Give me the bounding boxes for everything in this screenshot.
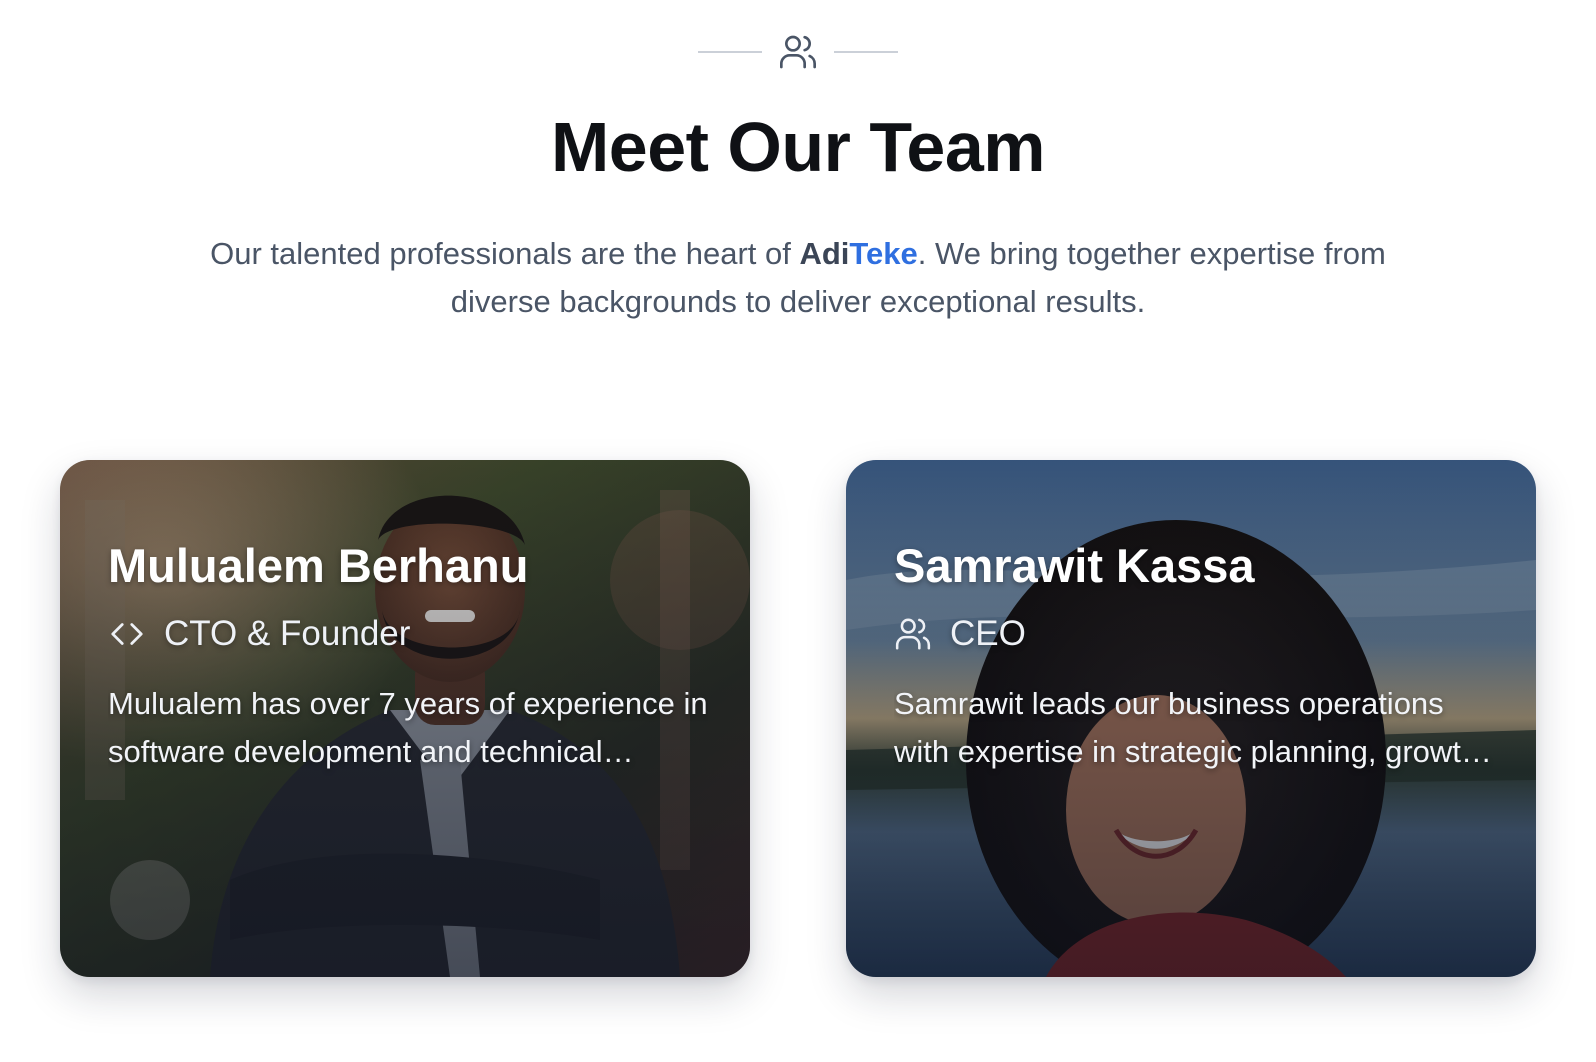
member-info: Samrawit Kassa CEO Samrawit leads our bu… — [894, 538, 1496, 776]
team-intro-text: Our talented professionals are the heart… — [168, 230, 1428, 326]
page-title: Meet Our Team — [551, 108, 1046, 186]
team-card-mulualem[interactable]: Mulualem Berhanu CTO & Founder Mulualem … — [60, 460, 750, 977]
member-role-label: CTO & Founder — [164, 614, 411, 653]
member-role: CEO — [894, 614, 1496, 654]
users-icon — [778, 32, 818, 72]
member-info: Mulualem Berhanu CTO & Founder Mulualem … — [108, 538, 710, 776]
users-icon — [894, 615, 932, 653]
member-bio: Mulualem has over 7 years of experience … — [108, 686, 708, 769]
code-icon — [108, 615, 146, 653]
brand-name-part-1: Adi — [799, 236, 850, 271]
section-divider — [0, 32, 1596, 72]
intro-text-start: Our talented professionals are the heart… — [210, 236, 800, 271]
brand-name-part-2: Teke — [849, 236, 918, 271]
member-bio: Samrawit leads our business operations w… — [894, 686, 1479, 769]
team-card-samrawit[interactable]: Samrawit Kassa CEO Samrawit leads our bu… — [846, 460, 1536, 977]
member-role: CTO & Founder — [108, 614, 710, 654]
member-name: Mulualem Berhanu — [108, 539, 529, 592]
divider-line-right — [834, 51, 898, 53]
member-role-label: CEO — [950, 614, 1026, 653]
member-name: Samrawit Kassa — [894, 539, 1255, 592]
divider-line-left — [698, 51, 762, 53]
